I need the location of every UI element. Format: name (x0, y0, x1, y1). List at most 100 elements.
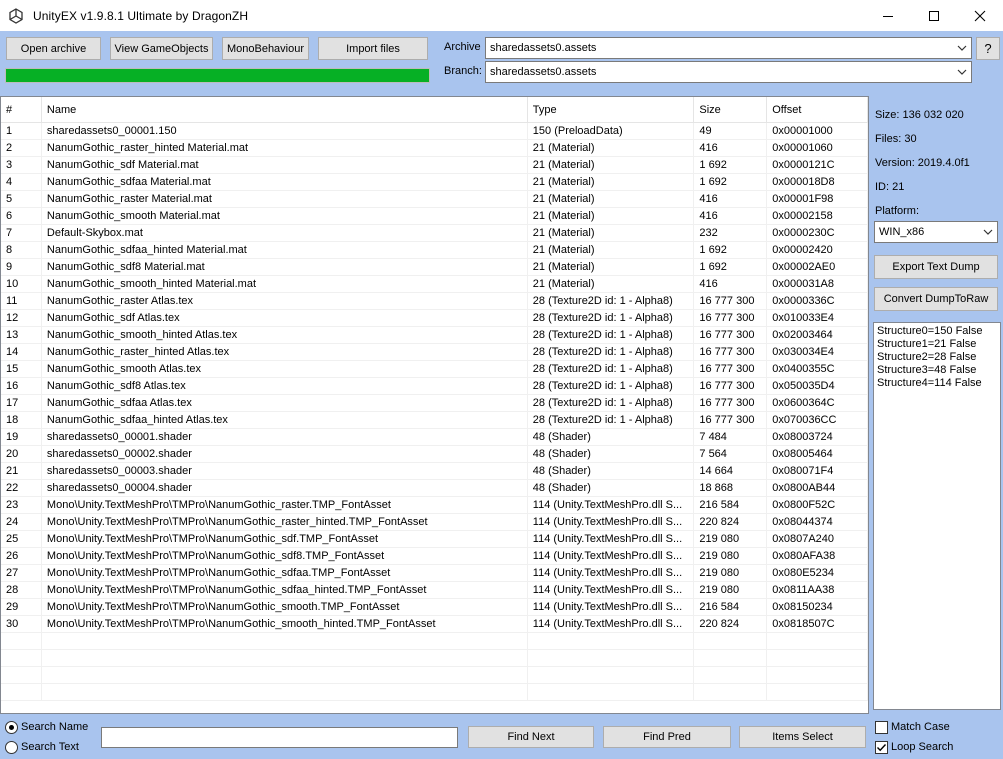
find-next-button[interactable]: Find Next (468, 726, 594, 748)
column-header-type[interactable]: Type (528, 97, 695, 123)
structure-item[interactable]: Structure2=28 False (877, 351, 997, 364)
table-row[interactable]: 12 NanumGothic_sdf Atlas.tex 28 (Texture2D… (1, 310, 868, 327)
cell-index: 22 (1, 480, 42, 497)
table-row[interactable]: 17 NanumGothic_sdfaa Atlas.tex 28 (Texture… (1, 395, 868, 412)
table-row[interactable]: 30 Mono\Unity.TextMeshPro\TMPro\NanumGoth… (1, 616, 868, 633)
match-case-label[interactable]: Match Case (891, 721, 950, 733)
table-row[interactable]: 6 NanumGothic_smooth Material.mat 21 (Mate… (1, 208, 868, 225)
table-row[interactable]: 2 NanumGothic_raster_hinted Material.mat 2… (1, 140, 868, 157)
cell-size: 49 (694, 123, 768, 140)
cell-size: 216 584 (694, 497, 768, 514)
unity-logo-icon (8, 7, 24, 24)
import-files-button[interactable]: Import files (318, 37, 428, 60)
table-row[interactable]: 10 NanumGothic_smooth_hinted Material.mat… (1, 276, 868, 293)
export-text-dump-button[interactable]: Export Text Dump (874, 255, 998, 279)
table-row[interactable]: 3 NanumGothic_sdf Material.mat 21 (Materia… (1, 157, 868, 174)
search-name-radio[interactable] (5, 721, 18, 734)
cell-type: 28 (Texture2D id: 1 - Alpha8) (528, 361, 695, 378)
table-row[interactable]: 21 sharedassets0_00003.shader 48 (Shader) 1… (1, 463, 868, 480)
table-row[interactable] (1, 684, 868, 701)
table-row[interactable]: 16 NanumGothic_sdf8 Atlas.tex 28 (Texture2… (1, 378, 868, 395)
assets-table[interactable]: # Name Type Size Offset 1 sharedassets0_0… (0, 96, 869, 714)
column-header-name[interactable]: Name (42, 97, 528, 123)
cell-name: sharedassets0_00004.shader (42, 480, 528, 497)
help-button[interactable]: ? (976, 37, 1000, 60)
find-pred-button[interactable]: Find Pred (603, 726, 731, 748)
table-row[interactable]: 18 NanumGothic_sdfaa_hinted Atlas.tex 28 (… (1, 412, 868, 429)
table-row[interactable]: 23 Mono\Unity.TextMeshPro\TMPro\NanumGoth… (1, 497, 868, 514)
match-case-checkbox[interactable] (875, 721, 888, 734)
cell-type: 21 (Material) (528, 140, 695, 157)
open-archive-button[interactable]: Open archive (6, 37, 101, 60)
cell-size (694, 633, 768, 650)
cell-name: NanumGothic_smooth Atlas.tex (42, 361, 528, 378)
window-controls (865, 0, 1003, 31)
table-row[interactable]: 24 Mono\Unity.TextMeshPro\TMPro\NanumGoth… (1, 514, 868, 531)
platform-select[interactable]: WIN_x86 (874, 221, 998, 243)
structure-item[interactable]: Structure3=48 False (877, 364, 997, 377)
structure-item[interactable]: Structure0=150 False (877, 325, 997, 338)
convert-dump-to-raw-button[interactable]: Convert DumpToRaw (874, 287, 998, 311)
table-row[interactable]: 20 sharedassets0_00002.shader 48 (Shader) 7… (1, 446, 868, 463)
table-row[interactable]: 19 sharedassets0_00001.shader 48 (Shader) 7… (1, 429, 868, 446)
minimize-icon[interactable] (865, 0, 911, 31)
search-input[interactable] (101, 727, 458, 748)
cell-index: 13 (1, 327, 42, 344)
cell-type: 114 (Unity.TextMeshPro.dll S... (528, 582, 695, 599)
table-row[interactable]: 27 Mono\Unity.TextMeshPro\TMPro\NanumGoth… (1, 565, 868, 582)
cell-name: NanumGothic_sdfaa Atlas.tex (42, 395, 528, 412)
cell-name: NanumGothic_sdfaa Material.mat (42, 174, 528, 191)
cell-name (42, 650, 528, 667)
table-row[interactable] (1, 650, 868, 667)
branch-select[interactable]: sharedassets0.assets (485, 61, 972, 83)
table-row[interactable]: 22 sharedassets0_00004.shader 48 (Shader) 1… (1, 480, 868, 497)
cell-name: Mono\Unity.TextMeshPro\TMPro\NanumGothic… (42, 531, 528, 548)
table-row[interactable]: 5 NanumGothic_raster Material.mat 21 (Mate… (1, 191, 868, 208)
table-row[interactable]: 7 Default-Skybox.mat 21 (Material) 232 0x000… (1, 225, 868, 242)
cell-type: 21 (Material) (528, 225, 695, 242)
cell-size: 16 777 300 (694, 293, 768, 310)
close-icon[interactable] (957, 0, 1003, 31)
table-row[interactable] (1, 633, 868, 650)
table-row[interactable]: 28 Mono\Unity.TextMeshPro\TMPro\NanumGoth… (1, 582, 868, 599)
cell-index (1, 684, 42, 701)
table-row[interactable]: 15 NanumGothic_smooth Atlas.tex 28 (Textur… (1, 361, 868, 378)
table-row[interactable]: 29 Mono\Unity.TextMeshPro\TMPro\NanumGoth… (1, 599, 868, 616)
table-row[interactable]: 13 NanumGothic_smooth_hinted Atlas.tex 28 … (1, 327, 868, 344)
view-gameobjects-button[interactable]: View GameObjects (110, 37, 213, 60)
table-row[interactable]: 26 Mono\Unity.TextMeshPro\TMPro\NanumGoth… (1, 548, 868, 565)
search-name-label[interactable]: Search Name (21, 721, 88, 733)
table-row[interactable]: 11 NanumGothic_raster Atlas.tex 28 (Textur… (1, 293, 868, 310)
table-row[interactable] (1, 667, 868, 684)
column-header-size[interactable]: Size (694, 97, 768, 123)
structures-list[interactable]: Structure0=150 False Structure1=21 False S… (873, 322, 1001, 710)
cell-offset: 0x0400355C (767, 361, 868, 378)
table-row[interactable]: 9 NanumGothic_sdf8 Material.mat 21 (Materi… (1, 259, 868, 276)
table-row[interactable]: 4 NanumGothic_sdfaa Material.mat 21 (Mater… (1, 174, 868, 191)
loop-search-checkbox[interactable] (875, 741, 888, 754)
items-select-button[interactable]: Items Select (739, 726, 866, 748)
archive-select[interactable]: sharedassets0.assets (485, 37, 972, 59)
cell-name: Mono\Unity.TextMeshPro\TMPro\NanumGothic… (42, 497, 528, 514)
table-row[interactable]: 8 NanumGothic_sdfaa_hinted Material.mat 21… (1, 242, 868, 259)
maximize-icon[interactable] (911, 0, 957, 31)
search-text-radio[interactable] (5, 741, 18, 754)
structure-item[interactable]: Structure1=21 False (877, 338, 997, 351)
table-row[interactable]: 1 sharedassets0_00001.150 150 (PreloadData… (1, 123, 868, 140)
table-row[interactable]: 25 Mono\Unity.TextMeshPro\TMPro\NanumGoth… (1, 531, 868, 548)
cell-index: 27 (1, 565, 42, 582)
cell-type (528, 650, 695, 667)
column-header-index[interactable]: # (1, 97, 42, 123)
search-text-label[interactable]: Search Text (21, 741, 79, 753)
loop-search-label[interactable]: Loop Search (891, 741, 953, 753)
cell-offset: 0x0811AA38 (767, 582, 868, 599)
cell-type: 114 (Unity.TextMeshPro.dll S... (528, 497, 695, 514)
column-header-offset[interactable]: Offset (767, 97, 868, 123)
cell-index: 18 (1, 412, 42, 429)
structure-item[interactable]: Structure4=114 False (877, 377, 997, 390)
cell-size: 7 484 (694, 429, 768, 446)
monobehaviour-button[interactable]: MonoBehaviour (222, 37, 309, 60)
table-row[interactable]: 14 NanumGothic_raster_hinted Atlas.tex 28 … (1, 344, 868, 361)
cell-type: 28 (Texture2D id: 1 - Alpha8) (528, 412, 695, 429)
cell-name: Mono\Unity.TextMeshPro\TMPro\NanumGothic… (42, 548, 528, 565)
